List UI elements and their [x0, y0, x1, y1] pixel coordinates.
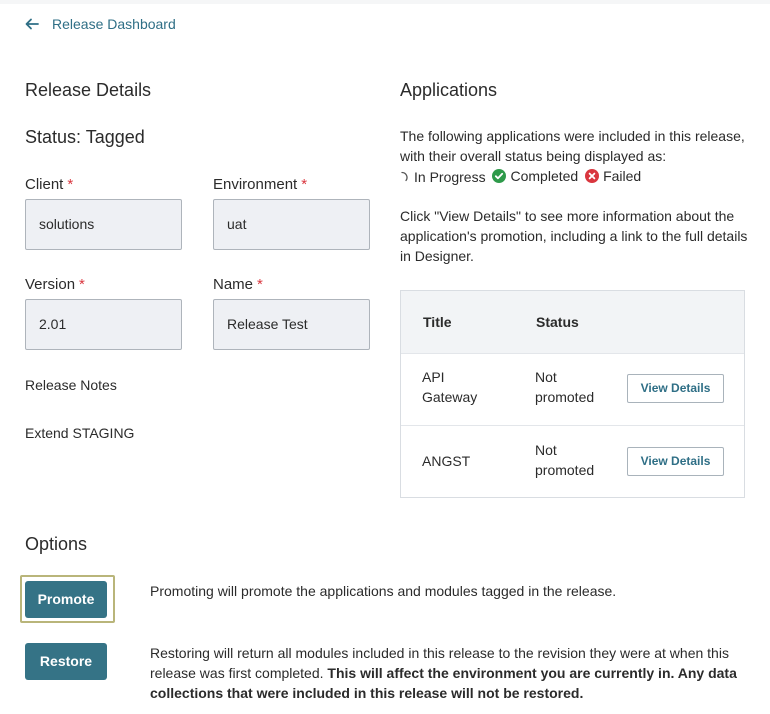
release-status: Status: Tagged [25, 127, 145, 147]
applications-table: Title Status API Gateway Not promoted Vi… [400, 290, 745, 498]
required-mark: * [301, 176, 308, 193]
column-header-status: Status [536, 314, 579, 330]
spinner-icon [401, 171, 408, 182]
legend-failed-label: Failed [603, 168, 642, 184]
restore-button[interactable]: Restore [25, 643, 107, 680]
promote-description: Promoting will promote the applications … [150, 583, 617, 599]
legend-completed-label: Completed [510, 168, 579, 184]
options-heading: Options [25, 534, 88, 554]
release-details-heading: Release Details [25, 80, 152, 100]
promote-button[interactable]: Promote [25, 581, 107, 618]
column-header-title: Title [423, 314, 452, 330]
row-title-line: API [422, 369, 445, 385]
x-circle-icon [585, 169, 600, 183]
row-title-line: Gateway [422, 389, 478, 405]
row-status-line: promoted [535, 389, 595, 405]
applications-heading: Applications [400, 80, 498, 100]
legend-in-progress-label: In Progress [414, 169, 486, 185]
row-status: Not promoted [535, 367, 594, 407]
applications-description: The following applications were included… [400, 126, 750, 188]
legend-completed: Completed [492, 166, 578, 186]
restore-description: Restoring will return all modules includ… [150, 643, 750, 703]
table-row: API Gateway Not promoted View Details [401, 353, 744, 426]
view-details-button[interactable]: View Details [627, 374, 724, 403]
environment-label-text: Environment [213, 176, 298, 193]
client-label-text: Client [25, 176, 64, 193]
legend-failed: Failed [585, 166, 641, 186]
required-mark: * [79, 276, 85, 293]
back-to-release-dashboard-link[interactable]: Release Dashboard [25, 16, 176, 32]
top-bar [0, 0, 770, 4]
arrow-left-icon [25, 18, 39, 30]
name-field[interactable]: Release Test [213, 299, 370, 350]
release-notes-label: Release Notes [25, 377, 117, 393]
row-status: Not promoted [535, 440, 594, 480]
environment-field[interactable]: uat [213, 199, 370, 250]
version-label: Version * [25, 276, 85, 293]
view-details-description: Click "View Details" to see more informa… [400, 208, 748, 264]
table-header: Title Status [401, 291, 744, 354]
row-title: ANGST [422, 453, 471, 469]
applications-description-text: The following applications were included… [400, 128, 745, 164]
client-field[interactable]: solutions [25, 199, 182, 250]
legend-in-progress: In Progress [400, 167, 486, 187]
client-label: Client * [25, 176, 73, 193]
required-mark: * [67, 176, 74, 193]
table-row: ANGST Not promoted View Details [401, 426, 744, 498]
check-circle-icon [492, 169, 507, 183]
required-mark: * [257, 276, 263, 293]
row-status-line: promoted [535, 462, 595, 478]
back-link-label: Release Dashboard [52, 16, 176, 32]
row-status-line: Not [535, 442, 557, 458]
view-details-button[interactable]: View Details [627, 447, 724, 476]
row-title: API Gateway [422, 367, 477, 407]
version-field[interactable]: 2.01 [25, 299, 182, 350]
release-notes-value: Extend STAGING [25, 425, 135, 441]
environment-label: Environment * [213, 176, 307, 193]
version-label-text: Version [25, 276, 76, 293]
name-label: Name * [213, 276, 263, 293]
name-label-text: Name [213, 276, 254, 293]
row-status-line: Not [535, 369, 557, 385]
